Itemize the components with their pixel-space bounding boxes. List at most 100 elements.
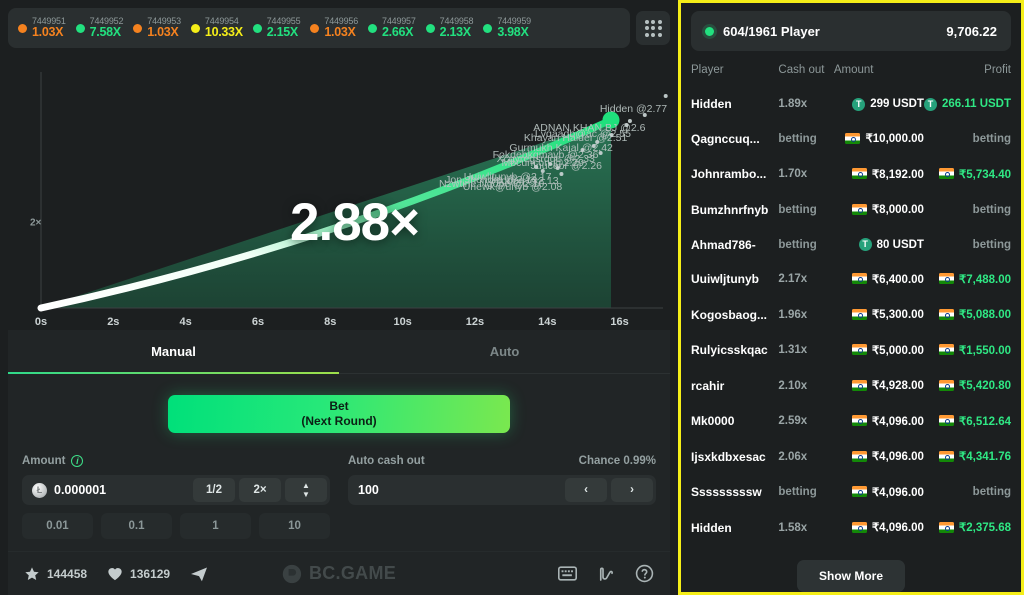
history-item-multiplier: 3.98X [497, 25, 529, 40]
india-flag-icon [938, 415, 954, 426]
player-cashout: 2.10x [778, 379, 808, 392]
player-row[interactable]: Hidden 1.89x T 299 USDT T 266.11 USDT [691, 87, 1011, 121]
bet-mode-tabs[interactable]: Manual Auto [8, 330, 670, 374]
player-name: rcahir [691, 378, 725, 393]
player-row[interactable]: Sssssssssw betting ₹4,096.00 betting [691, 475, 1011, 511]
column-header-player: Player [691, 64, 724, 76]
player-row[interactable]: Uuiwljtunyb 2.17x ₹6,400.00 ₹7,488.00 [691, 262, 1011, 298]
amount-quick-0.1[interactable]: 0.1 [101, 513, 172, 539]
players-table-header-row: Player Cash out Amount Profit [691, 51, 1011, 87]
annotation-dot [533, 164, 538, 169]
place-bet-button[interactable]: Bet (Next Round) [168, 395, 510, 433]
player-cashout: 1.70x [778, 168, 808, 181]
history-item[interactable]: 7449958 2.13X [422, 16, 478, 40]
players-count-label: 604/1961 Player [723, 23, 820, 39]
amount-field-group: Amount i Ł 1/2 2× ▲ ▼ [22, 453, 330, 539]
round-history-bar: 7449951 1.03X 7449952 7.58X 7449953 1.03X 7449… [8, 8, 670, 48]
info-icon[interactable]: i [71, 455, 84, 467]
player-profit: ₹5,420.80 [924, 368, 1011, 404]
player-row[interactable]: Bumzhnrfnyb betting ₹8,000.00 betting [691, 192, 1011, 228]
tab-manual[interactable]: Manual [8, 330, 339, 374]
india-flag-icon [938, 521, 954, 533]
history-item-dot [75, 23, 85, 33]
tab-auto[interactable]: Auto [339, 330, 670, 373]
player-profit: betting [924, 475, 1011, 511]
player-amount-value: ₹10,000.00 [865, 133, 924, 145]
players-total-amount: 9,706.22 [946, 23, 997, 39]
bet-controls: Bet (Next Round) Amount i Ł 0.000001 1/2… [8, 374, 670, 551]
annotation-dot [548, 161, 553, 166]
player-row[interactable]: Kogosbaog... 1.96x ₹5,300.00 ₹5,088.00 [691, 297, 1011, 333]
show-more-button[interactable]: Show More [796, 559, 905, 592]
history-item-multiplier: 2.13X [439, 25, 471, 40]
history-item[interactable]: 7449955 2.15X [249, 16, 305, 40]
amount-quick-10[interactable]: 10 [259, 513, 330, 539]
player-row[interactable]: Johnrambo... 1.70x ₹8,192.00 ₹5,734.40 [691, 157, 1011, 193]
player-row[interactable]: Hidden 1.58x ₹4,096.00 ₹2,375.68 [691, 510, 1011, 546]
player-amount: ₹4,928.00 [834, 368, 924, 404]
history-item[interactable]: 7449957 2.66X [364, 16, 420, 40]
india-flag-icon [938, 308, 954, 320]
history-item[interactable]: 7449953 1.03X [129, 16, 185, 40]
history-item-multiplier: 7.58X [89, 25, 121, 40]
autocashout-decrease-button[interactable]: ‹ [565, 478, 607, 502]
x-axis-tick: 14s [538, 316, 557, 328]
amount-stepper[interactable]: ▲ ▼ [285, 478, 327, 502]
history-item[interactable]: 7449959 3.98X [479, 16, 535, 40]
bet-button-line1: Bet [329, 399, 349, 413]
column-header-amount: Amount [833, 64, 874, 76]
history-item-dot [190, 23, 200, 33]
brand-logo: BC.GAME [282, 563, 396, 584]
amount-half-button[interactable]: 1/2 [193, 478, 235, 502]
help-circle-icon[interactable] [635, 564, 654, 583]
player-profit-value: betting [972, 203, 1011, 216]
player-amount-value: ₹8,192.00 [871, 168, 924, 181]
favorites-stat[interactable]: 144458 [24, 566, 87, 582]
player-profit-value: ₹4,341.76 [958, 451, 1011, 463]
live-dot-icon [705, 26, 714, 36]
amount-input[interactable] [54, 483, 189, 497]
autocashout-input[interactable] [358, 483, 561, 497]
history-item-multiplier: 1.03X [147, 25, 179, 40]
player-row[interactable]: Ijsxkdbxesac 2.06x ₹4,096.00 ₹4,341.76 [691, 439, 1011, 475]
history-grid-view-button[interactable] [636, 11, 670, 45]
amount-double-button[interactable]: 2× [239, 478, 281, 502]
likes-count: 136129 [130, 566, 171, 581]
cashout-annotation: Hidden @2.77 [600, 94, 669, 115]
history-item[interactable]: 7449951 1.03X [14, 16, 70, 40]
india-flag-icon [851, 486, 867, 497]
x-axis-tick: 8s [324, 316, 337, 328]
player-row[interactable]: Ahmad786- betting T 80 USDT betting [691, 228, 1011, 262]
amount-quick-1[interactable]: 1 [180, 513, 251, 539]
player-name: Hidden [691, 520, 732, 535]
autocashout-increase-button[interactable]: › [611, 478, 653, 502]
player-row[interactable]: Mk0000 2.59x ₹4,096.00 ₹6,512.64 [691, 404, 1011, 440]
player-row[interactable]: Qagnccuq... betting ₹10,000.00 betting [691, 121, 1011, 157]
amount-quick-select[interactable]: 0.01 0.1 1 10 [22, 513, 330, 539]
player-cashout: 2.17x [778, 273, 808, 286]
player-amount-value: ₹8,000.00 [871, 204, 924, 216]
history-item[interactable]: 7449954 10.33X [187, 16, 247, 40]
india-flag-icon [845, 132, 861, 144]
player-row[interactable]: Rulyicsskqac 1.31x ₹5,000.00 ₹1,550.00 [691, 333, 1011, 369]
round-history-list[interactable]: 7449951 1.03X 7449952 7.58X 7449953 1.03X 7449… [8, 8, 630, 48]
likes-stat[interactable]: 136129 [107, 566, 170, 581]
autocashout-field-group: Auto cash out Chance 0.99% ‹ › [348, 453, 656, 539]
keyboard-icon[interactable] [558, 566, 577, 581]
player-row[interactable]: rcahir 2.10x ₹4,928.00 ₹5,420.80 [691, 368, 1011, 404]
share-button[interactable] [190, 566, 208, 582]
chevron-up-icon: ▲ [302, 480, 310, 490]
history-item[interactable]: 7449952 7.58X [72, 16, 128, 40]
india-flag-icon [851, 379, 867, 391]
amount-quick-0.01[interactable]: 0.01 [22, 513, 93, 539]
history-item[interactable]: 7449956 1.03X [306, 16, 362, 40]
trend-n-icon[interactable] [597, 565, 615, 583]
player-amount: ₹6,400.00 [834, 262, 924, 298]
india-flag-icon [851, 521, 867, 533]
history-item-dot [310, 23, 320, 33]
player-profit: betting [924, 121, 1011, 157]
player-profit-value: betting [972, 238, 1011, 251]
player-profit-value: ₹5,420.80 [958, 380, 1011, 392]
history-item-multiplier: 10.33X [204, 25, 243, 40]
india-flag-icon [851, 273, 867, 284]
